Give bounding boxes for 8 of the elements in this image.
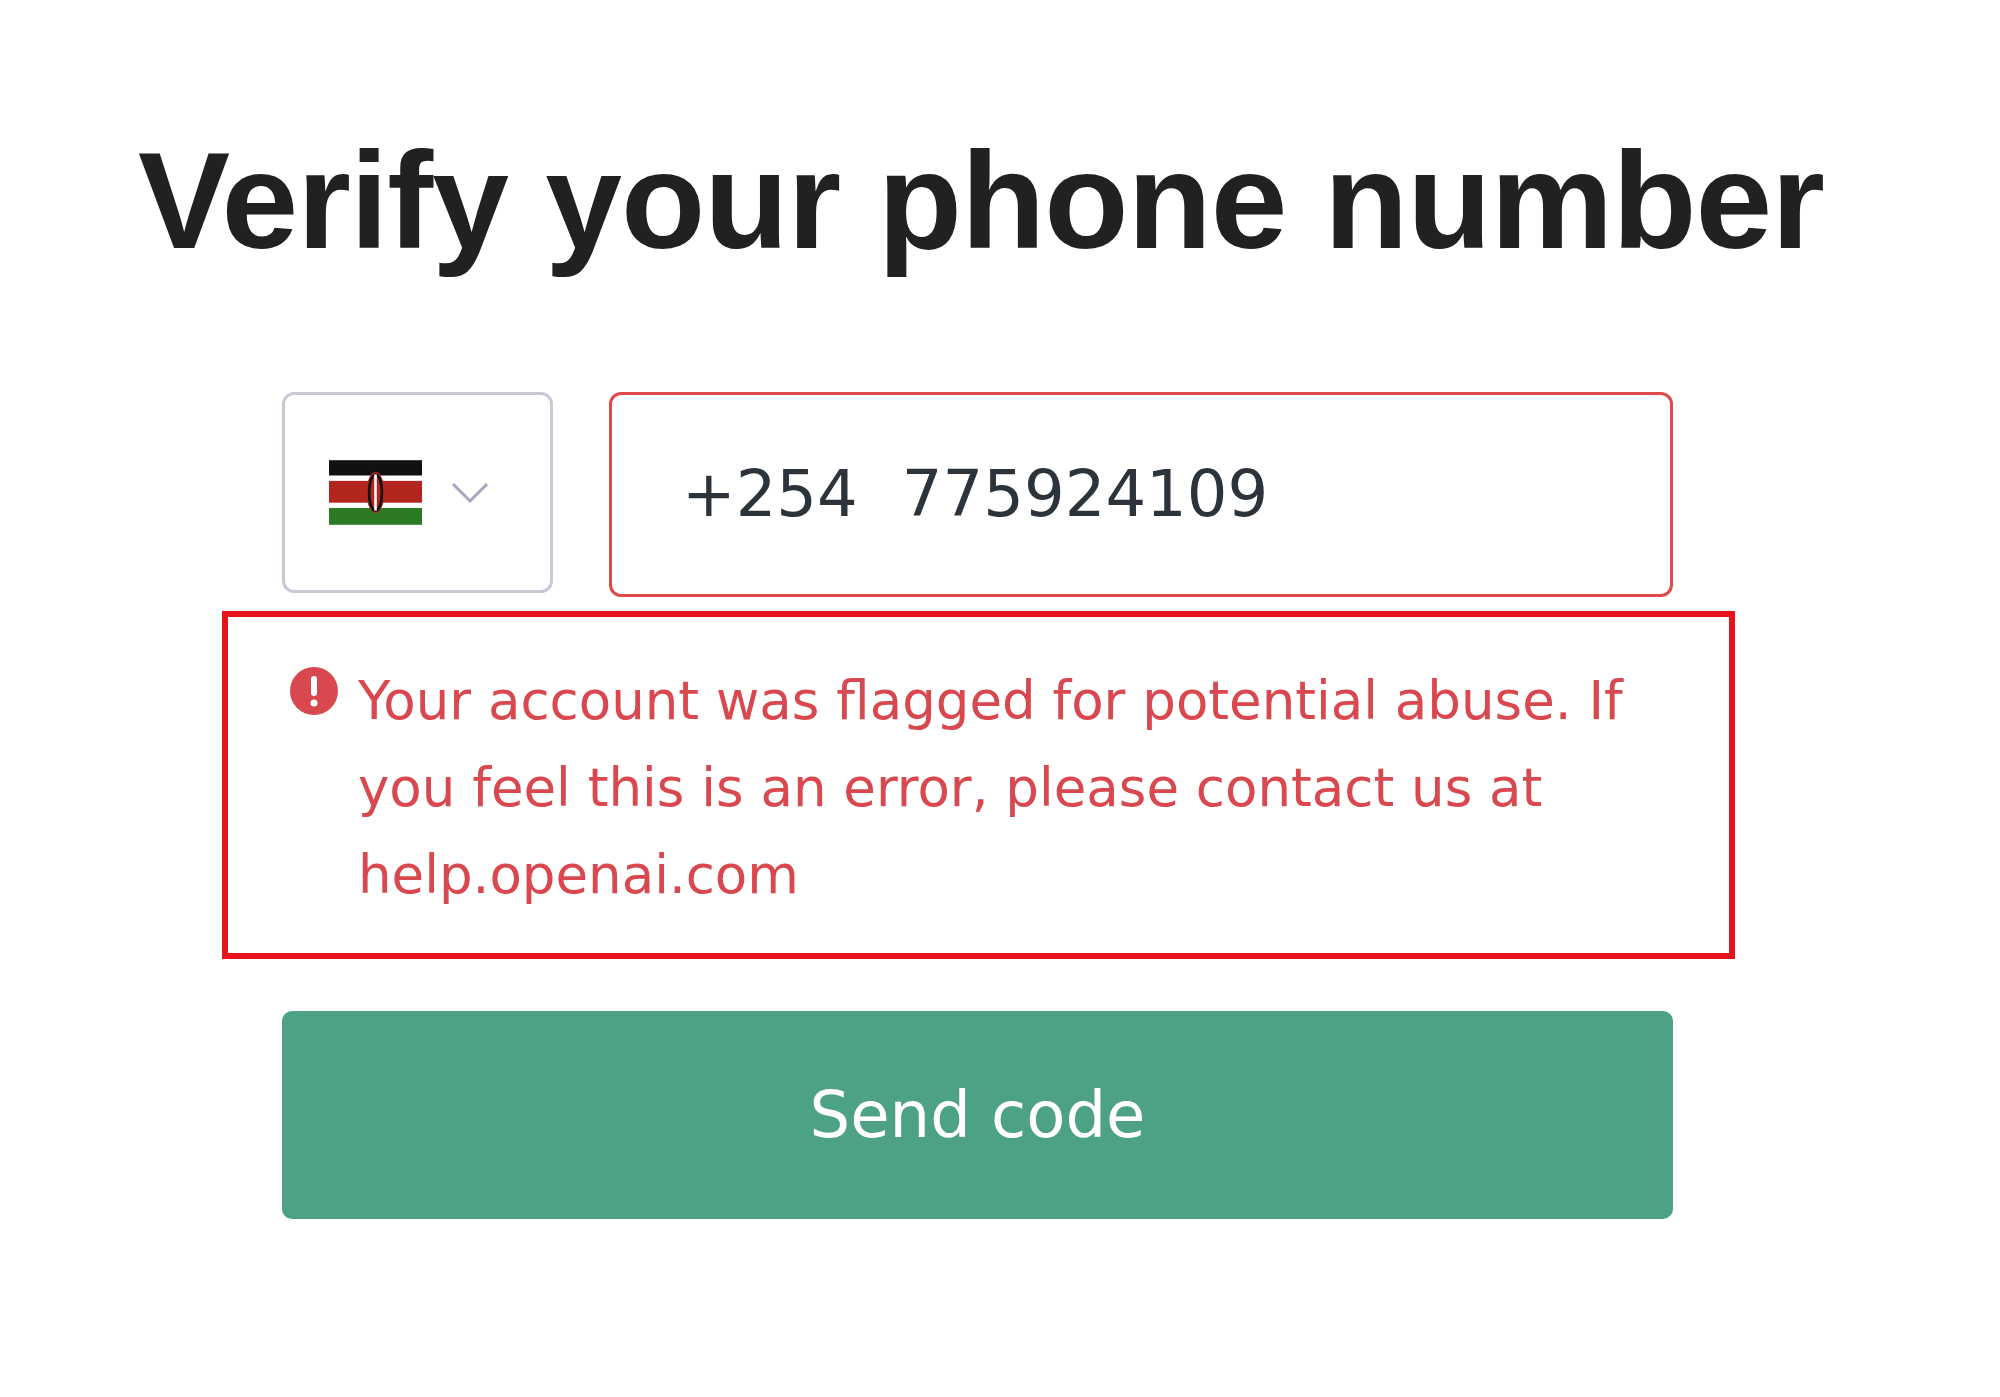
- phone-field[interactable]: +254 775924109: [609, 391, 1673, 597]
- flag-icon: [329, 459, 422, 525]
- error-icon: [290, 666, 338, 715]
- page-title: Verify your phone number: [138, 122, 1825, 279]
- send-code-button[interactable]: Send code: [282, 1010, 1673, 1219]
- error-message: Your account was flagged for potential abuse. If you feel this is an error, please contact us at help.openai.com: [358, 668, 1625, 907]
- help-link[interactable]: help.openai.com: [358, 843, 799, 905]
- country-select[interactable]: [282, 391, 553, 593]
